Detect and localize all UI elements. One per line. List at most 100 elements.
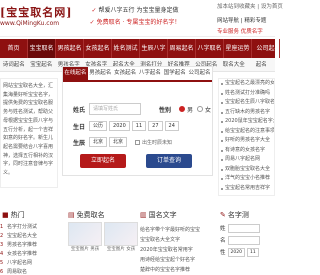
test-gender-row: 性 2020 11 xyxy=(220,246,275,258)
logo-text: [宝宝取名网] xyxy=(0,6,73,19)
list-item[interactable]: 双胞胎宝宝取名大全 xyxy=(219,165,274,175)
name-test-form: 姓 名 性 2020 11 xyxy=(220,222,275,258)
tab-guoxue-naming[interactable]: 国学起名 xyxy=(162,67,187,80)
list-item[interactable]: 2 宝宝起名大全 xyxy=(0,232,60,241)
nav-item-horoscope[interactable]: 星座运势 xyxy=(224,39,252,58)
tab-company-naming[interactable]: 公司起名 xyxy=(187,67,212,80)
test-name-input[interactable] xyxy=(227,235,260,245)
list-item[interactable]: 给名字带个字最好听的宝宝 xyxy=(140,225,216,235)
service-text: 专业服务 优质名字 xyxy=(217,29,263,35)
unknown-time-checkbox[interactable] xyxy=(135,139,141,145)
nav-item-name-test[interactable]: 姓名测试 xyxy=(112,39,140,58)
test-surname-row: 姓 xyxy=(220,222,275,234)
year-select[interactable]: 2020 xyxy=(109,121,130,131)
list-item[interactable]: 2020鼠年宝宝起名字大全 xyxy=(219,117,274,127)
test-gender-label: 性 xyxy=(220,250,226,256)
baby-photo-1[interactable] xyxy=(68,222,102,246)
intro-article: 网站宝宝取名大全，汇集海量好听宝宝名字，提供免费的宝宝取名服务与姓名测试，帮助父… xyxy=(0,78,58,188)
list-item[interactable]: 五行缺木的男孩名字 xyxy=(219,108,274,118)
test-surname-input[interactable] xyxy=(227,223,260,233)
list-item[interactable]: 6 周易取名 xyxy=(0,268,60,275)
site-links[interactable]: 网站导航 | 精彩专题 xyxy=(217,16,275,24)
list-item[interactable]: 用诗经给宝宝起个好名字 xyxy=(140,255,216,265)
intro-text: 网站宝宝取名大全，汇集海量好听宝宝名字，提供免费的宝宝取名服务与姓名测试，帮助父… xyxy=(3,83,54,177)
thumb-caption: 宝宝图片 女孩 xyxy=(106,247,136,252)
nav-item-zhouyi[interactable]: 周易起名 xyxy=(168,39,196,58)
subnav-item[interactable]: 宝宝起名 xyxy=(28,58,56,72)
subnav-item[interactable]: 起名 xyxy=(248,58,276,72)
list-item[interactable]: 4 女孩名字推荐 xyxy=(0,250,60,259)
hour-select[interactable]: 24 xyxy=(164,121,179,131)
order-query-button[interactable]: 订单查询 xyxy=(146,154,192,168)
list-item[interactable]: 宝宝起名生辰八字取名 xyxy=(219,98,274,108)
list-item[interactable]: 有诗意的女孩名字 xyxy=(219,146,274,156)
birthplace-row: 生辰 北京 北京 出生时辰未知 xyxy=(73,137,172,147)
document-icon: ▥ xyxy=(140,210,147,219)
nav-item-boy-names[interactable]: 男孩起名 xyxy=(56,39,84,58)
tab-boy-naming[interactable]: 男孩起名 xyxy=(88,67,113,80)
surname-label: 姓氏 xyxy=(73,106,86,114)
tab-bazi-naming[interactable]: 八字起名 xyxy=(137,67,162,80)
nav-item-bazi[interactable]: 生辰八字 xyxy=(140,39,168,58)
tab-girl-naming[interactable]: 女孩起名 xyxy=(113,67,138,80)
list-item[interactable]: 1 名字打分测试 xyxy=(0,223,60,232)
section-hot-title: ■ 热门 xyxy=(2,210,25,219)
gender-female-label: 女 xyxy=(205,106,212,114)
nav-item-girl-names[interactable]: 女孩起名 xyxy=(84,39,112,58)
nav-item-bazi-naming[interactable]: 八字取名 xyxy=(196,39,224,58)
list-item[interactable]: 好听的男孩名字大全 xyxy=(219,136,274,146)
surname-input[interactable]: 请填写姓氏 xyxy=(89,103,142,115)
submit-naming-button[interactable]: 立即起名 xyxy=(80,154,126,168)
slogan-line-1: ✓ 帮爱八字五行 为宝宝量身定做 xyxy=(91,7,179,14)
list-item[interactable]: 5 八字起名网 xyxy=(0,259,60,268)
news-list: 给名字带个字最好听的宝宝 宝宝取名大全文字 2020年宝宝取名常用字 用诗经给宝… xyxy=(140,225,216,275)
list-item[interactable]: 宝宝起名常用吉祥字 xyxy=(219,184,274,194)
list-item[interactable]: 给宝宝起名的注意事项 xyxy=(219,127,274,137)
hot-list: 1 名字打分测试 2 宝宝起名大全 3 男孩名字推荐 4 女孩名字推荐 5 八字起名网 6… xyxy=(0,223,60,275)
test-year-select[interactable]: 2020 xyxy=(227,247,245,257)
birthday-label: 生日 xyxy=(73,123,86,131)
province-select[interactable]: 北京 xyxy=(89,137,108,147)
birthday-row: 生日 公历 2020 11 27 24 xyxy=(73,121,181,131)
test-name-row: 名 xyxy=(220,234,275,246)
gender-radio-male[interactable] xyxy=(179,106,186,112)
calendar-select[interactable]: 公历 xyxy=(89,121,108,131)
section-test-title: ✎ 名字测 xyxy=(220,210,249,219)
thumb-caption: 宝宝图片 男孩 xyxy=(70,247,100,252)
list-item[interactable]: 周易八字起名网 xyxy=(219,155,274,165)
check-icon: ✓ xyxy=(91,7,97,14)
test-month-select[interactable]: 11 xyxy=(246,247,259,257)
list-item[interactable]: 楚辞中的宝宝名字推荐 xyxy=(140,265,216,275)
baby-photo-2[interactable] xyxy=(104,222,138,246)
nav-item-baby-naming[interactable]: 宝宝取名 xyxy=(28,39,56,58)
article-list: 宝宝起名之最漂亮的女孩名字 姓名测试打分准确吗 宝宝起名生辰八字取名 五行缺木的… xyxy=(218,78,275,196)
list-item[interactable]: 姓名测试打分准确吗 xyxy=(219,89,274,99)
gender-label: 性别 xyxy=(159,106,172,114)
list-icon: ■ xyxy=(2,210,9,219)
nav-item-company[interactable]: 公司起 xyxy=(252,39,280,58)
main-nav: 首页 宝宝取名 男孩起名 女孩起名 姓名测试 生辰八字 周易起名 八字取名 星座… xyxy=(0,39,280,58)
day-select[interactable]: 27 xyxy=(148,121,163,131)
list-item[interactable]: 2020年宝宝取名常用字 xyxy=(140,245,216,255)
list-item[interactable]: 3 男孩名字推荐 xyxy=(0,241,60,250)
nav-item-home[interactable]: 首页 xyxy=(0,39,28,58)
city-select[interactable]: 北京 xyxy=(109,137,128,147)
book-icon: ▤ xyxy=(68,210,75,219)
list-item[interactable]: 宝宝起名之最漂亮的女孩名字 xyxy=(219,79,274,89)
tab-online-naming[interactable]: 在线起名 xyxy=(63,67,88,80)
form-tabs: 在线起名 男孩起名 女孩起名 八字起名 国学起名 公司起名 xyxy=(63,67,212,82)
list-item[interactable]: 宝宝取名大全文字 xyxy=(140,235,216,245)
subnav-item[interactable]: 取名大全 xyxy=(220,58,248,72)
test-surname-label: 姓 xyxy=(220,226,226,232)
month-select[interactable]: 11 xyxy=(131,121,147,131)
site-logo[interactable]: [宝宝取名网] www.QiMingKu.com xyxy=(0,4,71,32)
subnav-item[interactable]: 诗词起名 xyxy=(0,58,28,72)
surname-row: 姓氏 请填写姓氏 性别 男 女 xyxy=(73,103,211,115)
list-item[interactable]: 洋气的宝宝小名推荐 xyxy=(219,174,274,184)
gender-radio-female[interactable] xyxy=(197,106,204,112)
gender-male-label: 男 xyxy=(187,106,194,114)
test-name-label: 名 xyxy=(220,238,226,244)
favorites-link[interactable]: 加本站到收藏夹 | 设为首页 xyxy=(217,2,283,10)
header-right: 加本站到收藏夹 | 设为首页 网站导航 | 精彩专题 专业服务 优质名字 xyxy=(217,2,283,35)
logo-url: www.QiMingKu.com xyxy=(0,20,60,27)
